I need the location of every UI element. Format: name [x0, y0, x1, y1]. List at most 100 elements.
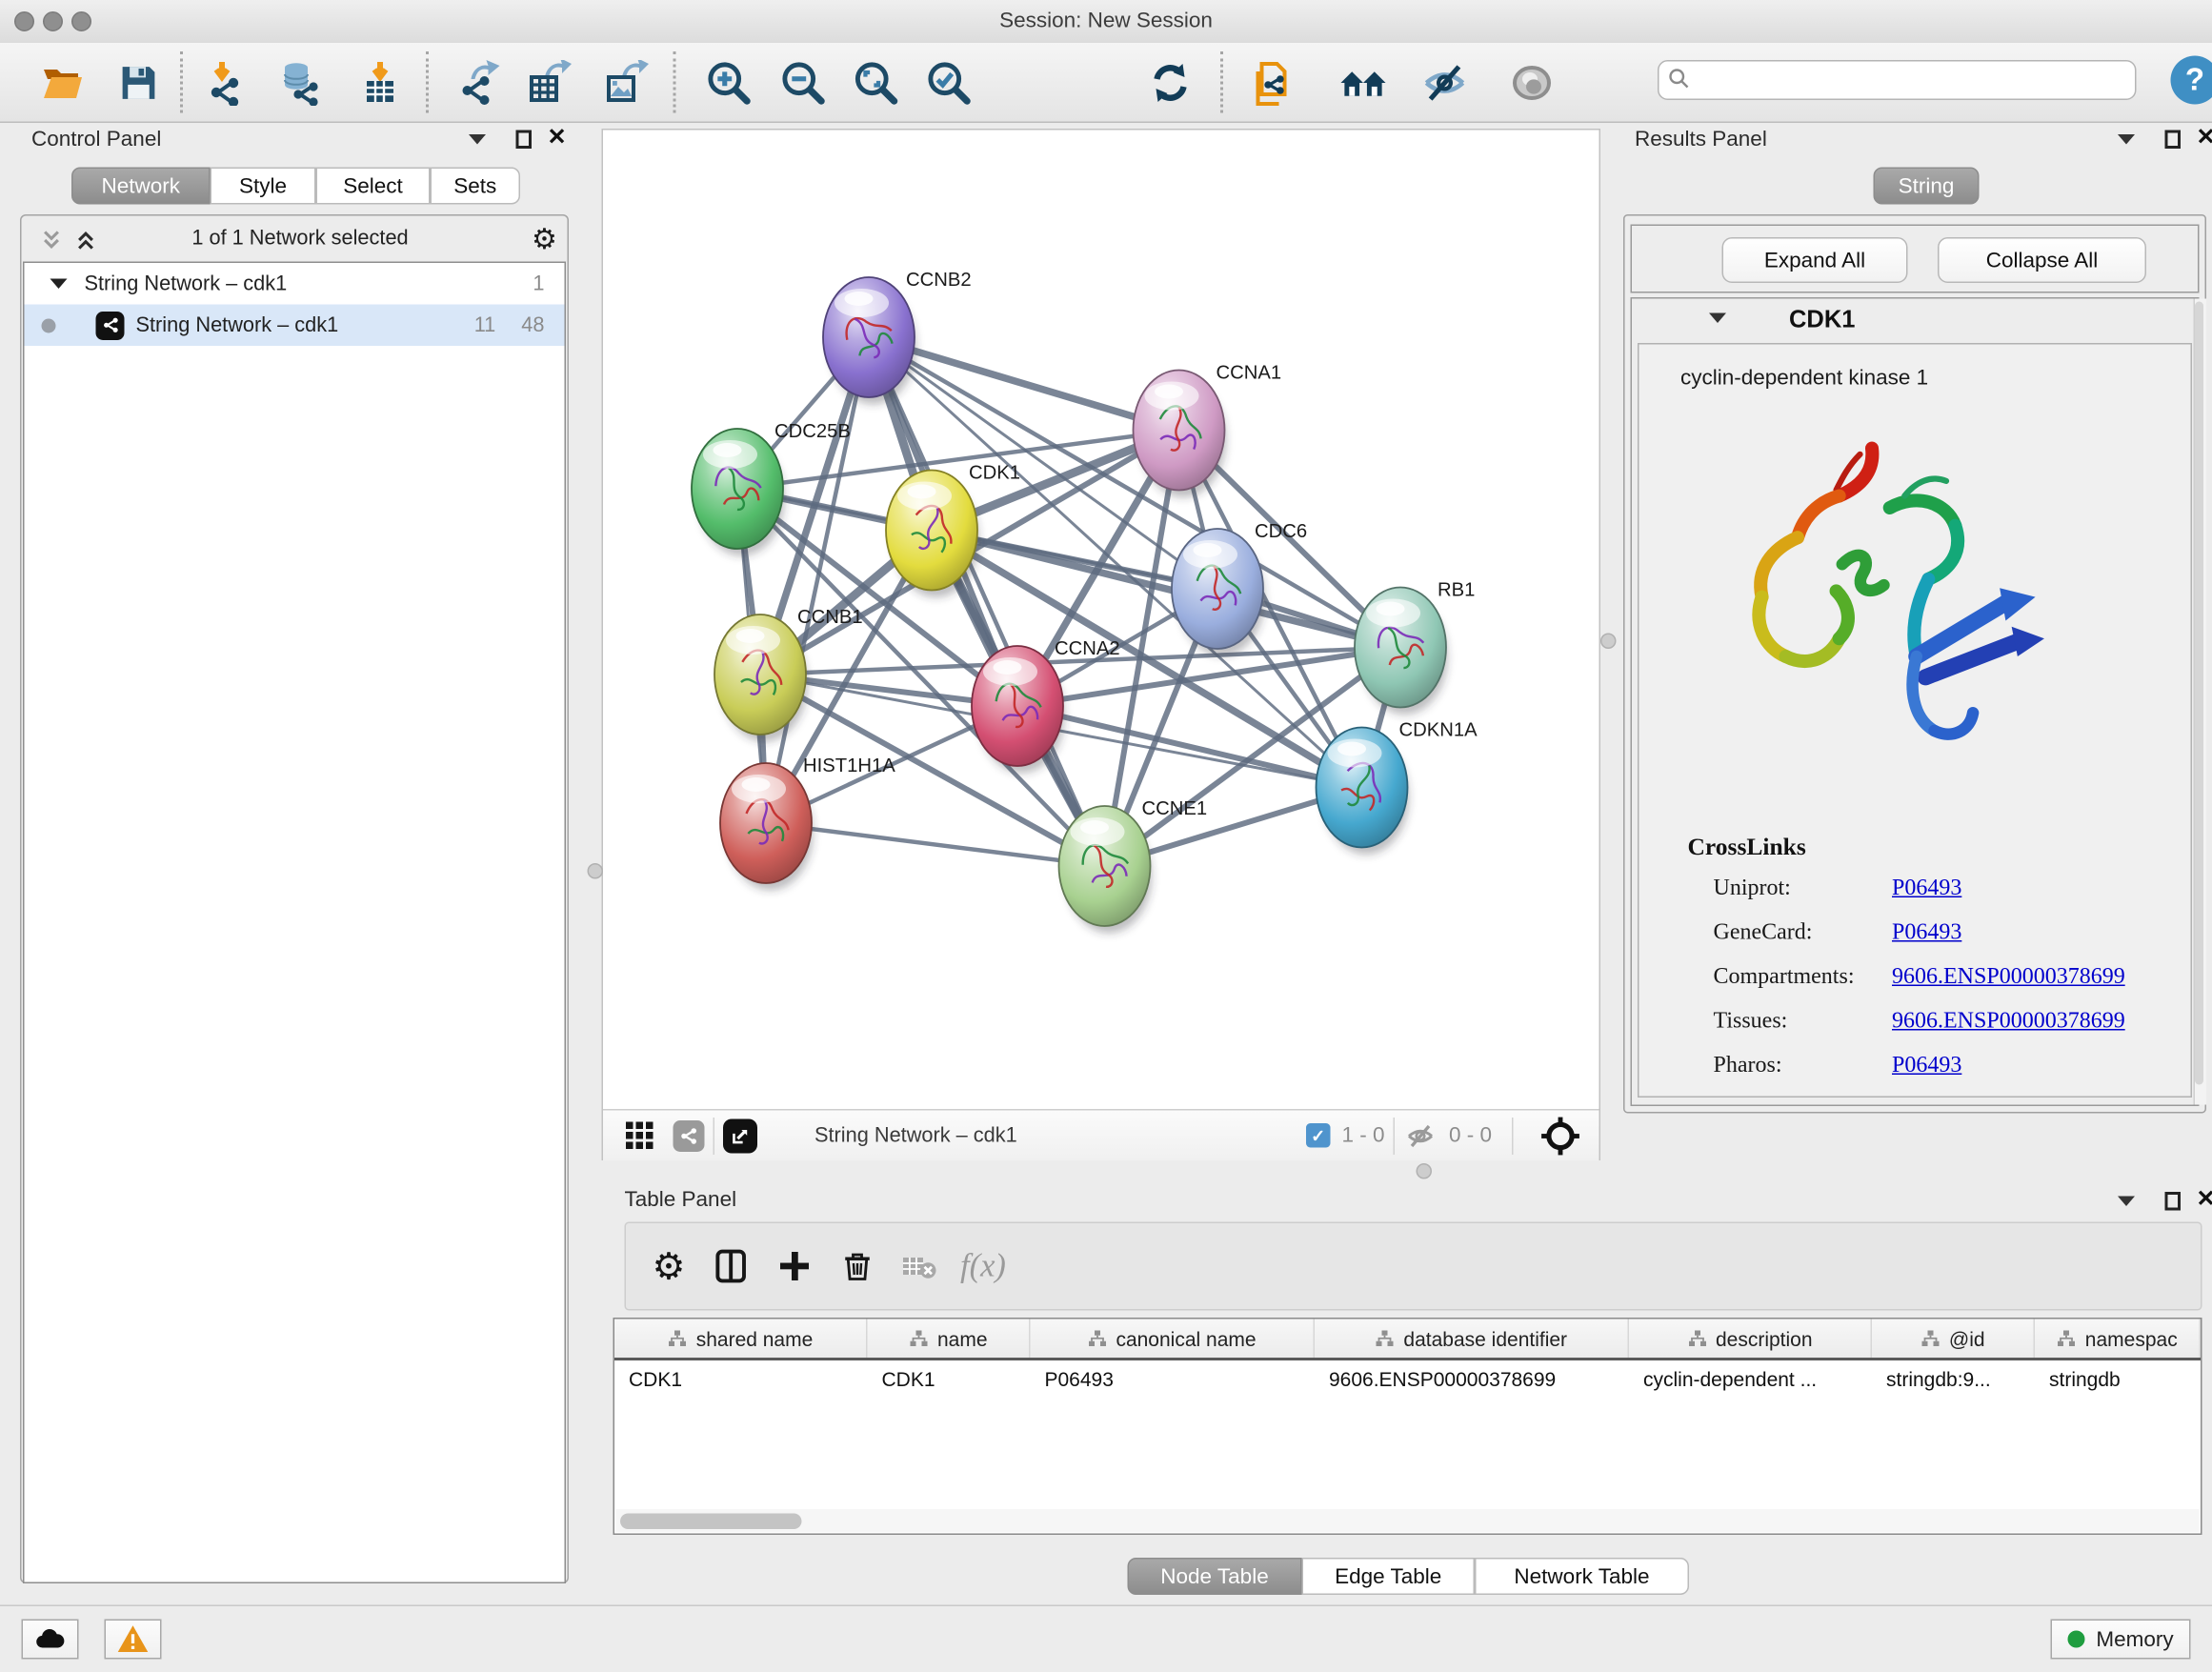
table-settings-gear-icon[interactable]: ⚙ — [637, 1235, 700, 1298]
import-network-database-button[interactable] — [273, 56, 328, 111]
memory-status-button[interactable]: Memory — [2051, 1620, 2191, 1660]
tab-style[interactable]: Style — [211, 168, 316, 205]
network-node-ccna2[interactable]: CCNA2 — [972, 638, 1120, 774]
network-tree-child-row[interactable]: String Network – cdk1 11 48 — [25, 305, 565, 347]
save-session-button[interactable] — [111, 56, 166, 111]
export-table-button[interactable] — [522, 56, 576, 111]
hidden-eye-slash-icon[interactable] — [1403, 1118, 1438, 1153]
zoom-fit-button[interactable] — [849, 56, 903, 111]
tab-network-table[interactable]: Network Table — [1475, 1558, 1689, 1595]
control-panel-float-icon[interactable] — [516, 131, 533, 150]
crosslink-link[interactable]: 9606.ENSP00000378699 — [1892, 1008, 2125, 1034]
search-input[interactable] — [1658, 60, 2137, 100]
column-header-description[interactable]: description — [1629, 1319, 1872, 1359]
table-cell[interactable]: 9606.ENSP00000378699 — [1315, 1367, 1629, 1390]
export-network-icon — [456, 60, 502, 106]
warnings-status-button[interactable] — [105, 1620, 162, 1660]
network-node-cdkn1a[interactable]: CDKN1A — [1317, 720, 1478, 856]
delete-column-trash-icon[interactable] — [826, 1235, 889, 1298]
import-network-file-button[interactable] — [199, 56, 253, 111]
results-panel-float-icon[interactable] — [2165, 131, 2182, 150]
table-cell[interactable]: CDK1 — [614, 1367, 868, 1390]
control-panel-close-icon[interactable]: ✕ — [548, 129, 567, 149]
refresh-view-button[interactable] — [1143, 56, 1197, 111]
table-hscrollbar-thumb[interactable] — [620, 1514, 802, 1530]
tab-node-table[interactable]: Node Table — [1128, 1558, 1302, 1595]
network-graph[interactable]: CCNB2CCNA1CDC25BCDK1CDC6RB1CCNB1CCNA2CDK… — [603, 131, 1599, 1110]
crosslink-link[interactable]: 9606.ENSP00000378699 — [1892, 964, 2125, 990]
column-header-shared-name[interactable]: shared name — [614, 1319, 868, 1359]
cloud-status-button[interactable] — [22, 1620, 79, 1660]
network-edge[interactable] — [869, 337, 1105, 866]
column-header-namespac[interactable]: namespac — [2035, 1319, 2201, 1359]
results-scrollbar-thumb[interactable] — [2195, 302, 2203, 1085]
network-node-cdk1[interactable]: CDK1 — [886, 463, 1020, 598]
table-panel-collapse-caret-icon[interactable] — [2118, 1197, 2135, 1207]
table-panel-close-icon[interactable]: ✕ — [2197, 1191, 2212, 1211]
tab-edge-table[interactable]: Edge Table — [1302, 1558, 1476, 1595]
crosshair-icon[interactable] — [1539, 1114, 1582, 1157]
left-splitter-handle[interactable] — [588, 863, 604, 879]
tab-string[interactable]: String — [1874, 168, 1980, 205]
bottom-splitter-handle[interactable] — [1417, 1163, 1433, 1179]
table-cell[interactable]: CDK1 — [868, 1367, 1031, 1390]
collapse-all-chevrons-icon[interactable] — [40, 229, 63, 252]
table-panel-float-icon[interactable] — [2165, 1192, 2182, 1211]
crosslink-link[interactable]: P06493 — [1892, 1053, 1961, 1078]
hide-unhide-button[interactable] — [1418, 56, 1472, 111]
network-node-hist1h1a[interactable]: HIST1H1A — [720, 755, 895, 891]
column-header-canonical-name[interactable]: canonical name — [1031, 1319, 1316, 1359]
tab-sets[interactable]: Sets — [431, 168, 521, 205]
open-in-browser-icon[interactable] — [723, 1118, 757, 1153]
table-cell[interactable]: cyclin-dependent ... — [1629, 1367, 1872, 1390]
string-toolbar-icon[interactable] — [674, 1119, 705, 1151]
tab-select[interactable]: Select — [316, 168, 431, 205]
table-cell[interactable]: P06493 — [1031, 1367, 1316, 1390]
expand-all-button[interactable]: Expand All — [1722, 237, 1908, 283]
show-columns-icon[interactable] — [700, 1235, 763, 1298]
gene-section-caret-icon[interactable] — [1709, 313, 1726, 324]
network-node-ccna1[interactable]: CCNA1 — [1134, 363, 1282, 498]
expand-all-chevrons-icon[interactable] — [74, 229, 97, 252]
export-network-button[interactable] — [452, 56, 506, 111]
results-panel-collapse-caret-icon[interactable] — [2118, 134, 2135, 145]
network-tree-root-row[interactable]: String Network – cdk1 1 — [25, 263, 565, 305]
network-edge[interactable] — [766, 823, 1105, 866]
copy-network-button[interactable] — [1246, 56, 1300, 111]
memory-status-dot-icon — [2067, 1631, 2084, 1648]
column-header--id[interactable]: @id — [1872, 1319, 2035, 1359]
right-splitter-handle[interactable] — [1600, 634, 1617, 650]
column-header-label: namespac — [2085, 1327, 2178, 1350]
network-options-gear-icon[interactable]: ⚙ — [532, 222, 557, 258]
network-node-cdc6[interactable]: CDC6 — [1172, 521, 1307, 656]
zoom-in-button[interactable] — [702, 56, 756, 111]
crosslink-link[interactable]: P06493 — [1892, 919, 1961, 945]
collapse-all-button[interactable]: Collapse All — [1938, 237, 2146, 283]
column-header-database-identifier[interactable]: database identifier — [1315, 1319, 1629, 1359]
home-view-button[interactable] — [1337, 56, 1391, 111]
table-hscrollbar-track[interactable] — [616, 1509, 2200, 1532]
control-panel-collapse-caret-icon[interactable] — [469, 134, 486, 145]
zoom-out-button[interactable] — [776, 56, 831, 111]
table-cell[interactable]: stringdb:9... — [1872, 1367, 2035, 1390]
birds-eye-view-icon[interactable] — [626, 1122, 654, 1150]
crosslink-label: Tissues: — [1714, 1008, 1893, 1034]
show-graphics-button[interactable] — [1505, 56, 1559, 111]
zoom-selected-button[interactable] — [922, 56, 976, 111]
table-cell[interactable]: stringdb — [2035, 1367, 2201, 1390]
help-button[interactable]: ? — [2171, 56, 2212, 105]
column-header-name[interactable]: name — [868, 1319, 1031, 1359]
tab-network[interactable]: Network — [71, 168, 211, 205]
create-column-plus-icon[interactable] — [763, 1235, 826, 1298]
tree-expand-caret-icon[interactable] — [50, 279, 68, 290]
table-row[interactable]: CDK1CDK1P064939606.ENSP00000378699cyclin… — [614, 1360, 2201, 1397]
import-table-button[interactable] — [353, 56, 408, 111]
selected-checkbox-icon[interactable]: ✓ — [1306, 1123, 1331, 1148]
network-node-ccne1[interactable]: CCNE1 — [1059, 798, 1208, 934]
network-node-rb1[interactable]: RB1 — [1355, 580, 1475, 715]
open-session-button[interactable] — [36, 56, 90, 111]
network-edge[interactable] — [932, 531, 1400, 648]
results-panel-close-icon[interactable]: ✕ — [2197, 129, 2212, 149]
export-image-button[interactable] — [599, 56, 654, 111]
crosslink-link[interactable]: P06493 — [1892, 876, 1961, 901]
